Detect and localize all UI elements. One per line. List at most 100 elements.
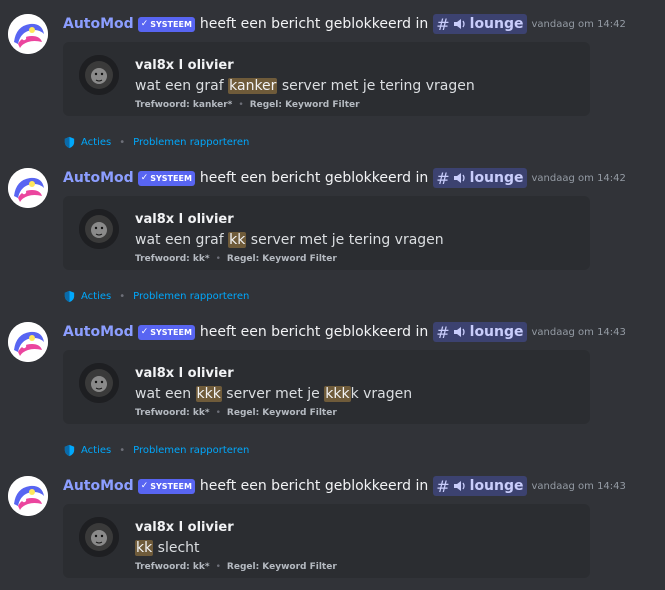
action-text: heeft een bericht geblokkeerd in: [199, 16, 429, 32]
automod-logo-icon: [8, 14, 48, 54]
hash-icon: #: [436, 322, 450, 342]
channel-mention[interactable]: # lounge: [433, 476, 527, 496]
speaker-icon: [453, 19, 465, 29]
action-text: heeft een bericht geblokkeerd in: [199, 170, 429, 186]
keyword-label: Trefwoord: kk*: [135, 408, 210, 418]
content-text: k vragen: [350, 386, 413, 402]
user-avatar[interactable]: [79, 517, 119, 557]
rule-label: Regel: Keyword Filter: [226, 408, 337, 418]
blocked-content: wat een graf kk server met je tering vra…: [135, 232, 444, 248]
blocked-user-name[interactable]: val8x l olivier: [135, 212, 234, 227]
blocked-message-card: val8x l olivier wat een graf kanker serv…: [63, 42, 590, 116]
keyword-highlight: kkk: [324, 386, 351, 402]
system-badge: ✓ SYSTEEM: [137, 170, 195, 186]
blocked-user-name[interactable]: val8x l olivier: [135, 366, 234, 381]
filter-meta: Trefwoord: kk* • Regel: Keyword Filter: [135, 408, 337, 418]
message-header: AutoMod ✓ SYSTEEM heeft een bericht geblo…: [63, 168, 626, 188]
system-badge: ✓ SYSTEEM: [137, 478, 195, 494]
rule-label: Regel: Keyword Filter: [249, 100, 360, 110]
lion-avatar-icon: [79, 55, 119, 95]
user-avatar[interactable]: [79, 363, 119, 403]
system-badge: ✓ SYSTEEM: [137, 16, 195, 32]
channel-name: lounge: [469, 170, 524, 186]
channel-mention[interactable]: # lounge: [433, 322, 527, 342]
automod-avatar[interactable]: [8, 14, 48, 54]
system-badge: ✓ SYSTEEM: [137, 324, 195, 340]
badge-label: SYSTEEM: [150, 173, 192, 183]
shield-icon: [64, 136, 75, 149]
checkmark-icon: ✓: [140, 327, 149, 337]
blocked-content: wat een kkk server met je kkkk vragen: [135, 386, 412, 402]
speaker-icon: [453, 481, 465, 491]
content-text: slecht: [153, 540, 200, 556]
actions-link[interactable]: Acties: [81, 137, 111, 148]
message-header: AutoMod ✓ SYSTEEM heeft een bericht geblo…: [63, 14, 626, 34]
filter-meta: Trefwoord: kk* • Regel: Keyword Filter: [135, 254, 337, 264]
content-text: wat een: [135, 386, 196, 402]
channel-name: lounge: [469, 324, 524, 340]
content-text: server met je: [221, 386, 325, 402]
actions-link[interactable]: Acties: [81, 291, 111, 302]
timestamp: vandaag om 14:42: [531, 172, 626, 184]
checkmark-icon: ✓: [140, 19, 149, 29]
blocked-message-card: val8x l olivier wat een graf kk server m…: [63, 196, 590, 270]
keyword-highlight: kkk: [195, 386, 222, 402]
content-text: server met je tering vragen: [246, 232, 444, 248]
automod-logo-icon: [8, 168, 48, 208]
separator-dot: •: [119, 137, 126, 148]
badge-label: SYSTEEM: [150, 481, 192, 491]
channel-mention[interactable]: # lounge: [433, 14, 527, 34]
report-issues-link[interactable]: Problemen rapporteren: [133, 445, 249, 456]
actions-link[interactable]: Acties: [81, 445, 111, 456]
user-avatar[interactable]: [79, 55, 119, 95]
timestamp: vandaag om 14:43: [531, 326, 626, 338]
action-text: heeft een bericht geblokkeerd in: [199, 324, 429, 340]
message-header: AutoMod ✓ SYSTEEM heeft een bericht geblo…: [63, 476, 626, 496]
content-text: wat een graf: [135, 232, 229, 248]
timestamp: vandaag om 14:42: [531, 18, 626, 30]
lion-avatar-icon: [79, 209, 119, 249]
rule-label: Regel: Keyword Filter: [226, 254, 337, 264]
separator-dot: •: [119, 445, 126, 456]
channel-mention[interactable]: # lounge: [433, 168, 527, 188]
message-actions: Acties • Problemen rapporteren: [63, 290, 249, 303]
separator-dot: •: [215, 562, 221, 572]
blocked-user-name[interactable]: val8x l olivier: [135, 520, 234, 535]
content-text: server met je tering vragen: [277, 78, 475, 94]
filter-meta: Trefwoord: kanker* • Regel: Keyword Filter: [135, 100, 360, 110]
keyword-label: Trefwoord: kk*: [135, 562, 210, 572]
channel-name: lounge: [469, 478, 524, 494]
blocked-content: wat een graf kanker server met je tering…: [135, 78, 475, 94]
channel-name: lounge: [469, 16, 524, 32]
separator-dot: •: [215, 408, 221, 418]
separator-dot: •: [119, 291, 126, 302]
hash-icon: #: [436, 168, 450, 188]
hash-icon: #: [436, 476, 450, 496]
author-name[interactable]: AutoMod: [63, 170, 134, 186]
author-name[interactable]: AutoMod: [63, 478, 134, 494]
automod-avatar[interactable]: [8, 476, 48, 516]
blocked-user-name[interactable]: val8x l olivier: [135, 58, 234, 73]
author-name[interactable]: AutoMod: [63, 324, 134, 340]
keyword-label: Trefwoord: kanker*: [135, 100, 233, 110]
automod-avatar[interactable]: [8, 168, 48, 208]
user-avatar[interactable]: [79, 209, 119, 249]
report-issues-link[interactable]: Problemen rapporteren: [133, 137, 249, 148]
checkmark-icon: ✓: [140, 173, 149, 183]
keyword-highlight: kk: [228, 232, 247, 248]
rule-label: Regel: Keyword Filter: [226, 562, 337, 572]
filter-meta: Trefwoord: kk* • Regel: Keyword Filter: [135, 562, 337, 572]
hash-icon: #: [436, 14, 450, 34]
automod-avatar[interactable]: [8, 322, 48, 362]
speaker-icon: [453, 173, 465, 183]
author-name[interactable]: AutoMod: [63, 16, 134, 32]
blocked-message-card: val8x l olivier kk slecht Trefwoord: kk*…: [63, 504, 590, 578]
automod-logo-icon: [8, 476, 48, 516]
keyword-highlight: kanker: [228, 78, 278, 94]
automod-logo-icon: [8, 322, 48, 362]
report-issues-link[interactable]: Problemen rapporteren: [133, 291, 249, 302]
blocked-content: kk slecht: [135, 540, 200, 556]
timestamp: vandaag om 14:43: [531, 480, 626, 492]
separator-dot: •: [215, 254, 221, 264]
separator-dot: •: [238, 100, 244, 110]
